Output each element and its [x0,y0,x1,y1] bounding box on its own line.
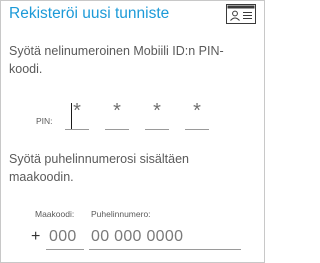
country-code-input[interactable]: 000 [49,228,77,246]
pin-digit-3[interactable]: * [145,100,169,130]
phone-number-underline [89,249,241,250]
pin-digit-4[interactable]: * [185,100,209,130]
text-cursor [71,103,72,129]
pin-digit-value: * [193,100,201,122]
phone-number-input[interactable]: 00 000 0000 [91,228,183,246]
pin-digit-underline [65,129,89,130]
pin-digit-value: * [113,100,121,122]
pin-label: PIN: [36,116,53,126]
pin-digit-value: * [73,100,81,122]
pin-digit-value: * [153,100,161,122]
country-code-label: Maakoodi: [35,209,75,219]
id-card-icon[interactable] [226,4,256,24]
pin-digit-2[interactable]: * [105,100,129,130]
dialog-title: Rekisteröi uusi tunniste [9,5,170,22]
country-code-underline [46,249,84,250]
pin-digit-1[interactable]: * [65,100,89,130]
pin-instruction: Syötä nelinumeroinen Mobiili ID:n PIN-ko… [9,44,224,76]
phone-number-label: Puhelinnumero: [91,209,151,219]
phone-instruction: Syötä puhelinnumerosi sisältäen maakoodi… [9,152,189,184]
pin-digit-underline [185,129,209,130]
pin-digit-underline [145,129,169,130]
register-dialog: Rekisteröi uusi tunniste Syötä nelinumer… [0,0,265,263]
pin-digit-underline [105,129,129,130]
plus-sign: + [31,228,41,245]
